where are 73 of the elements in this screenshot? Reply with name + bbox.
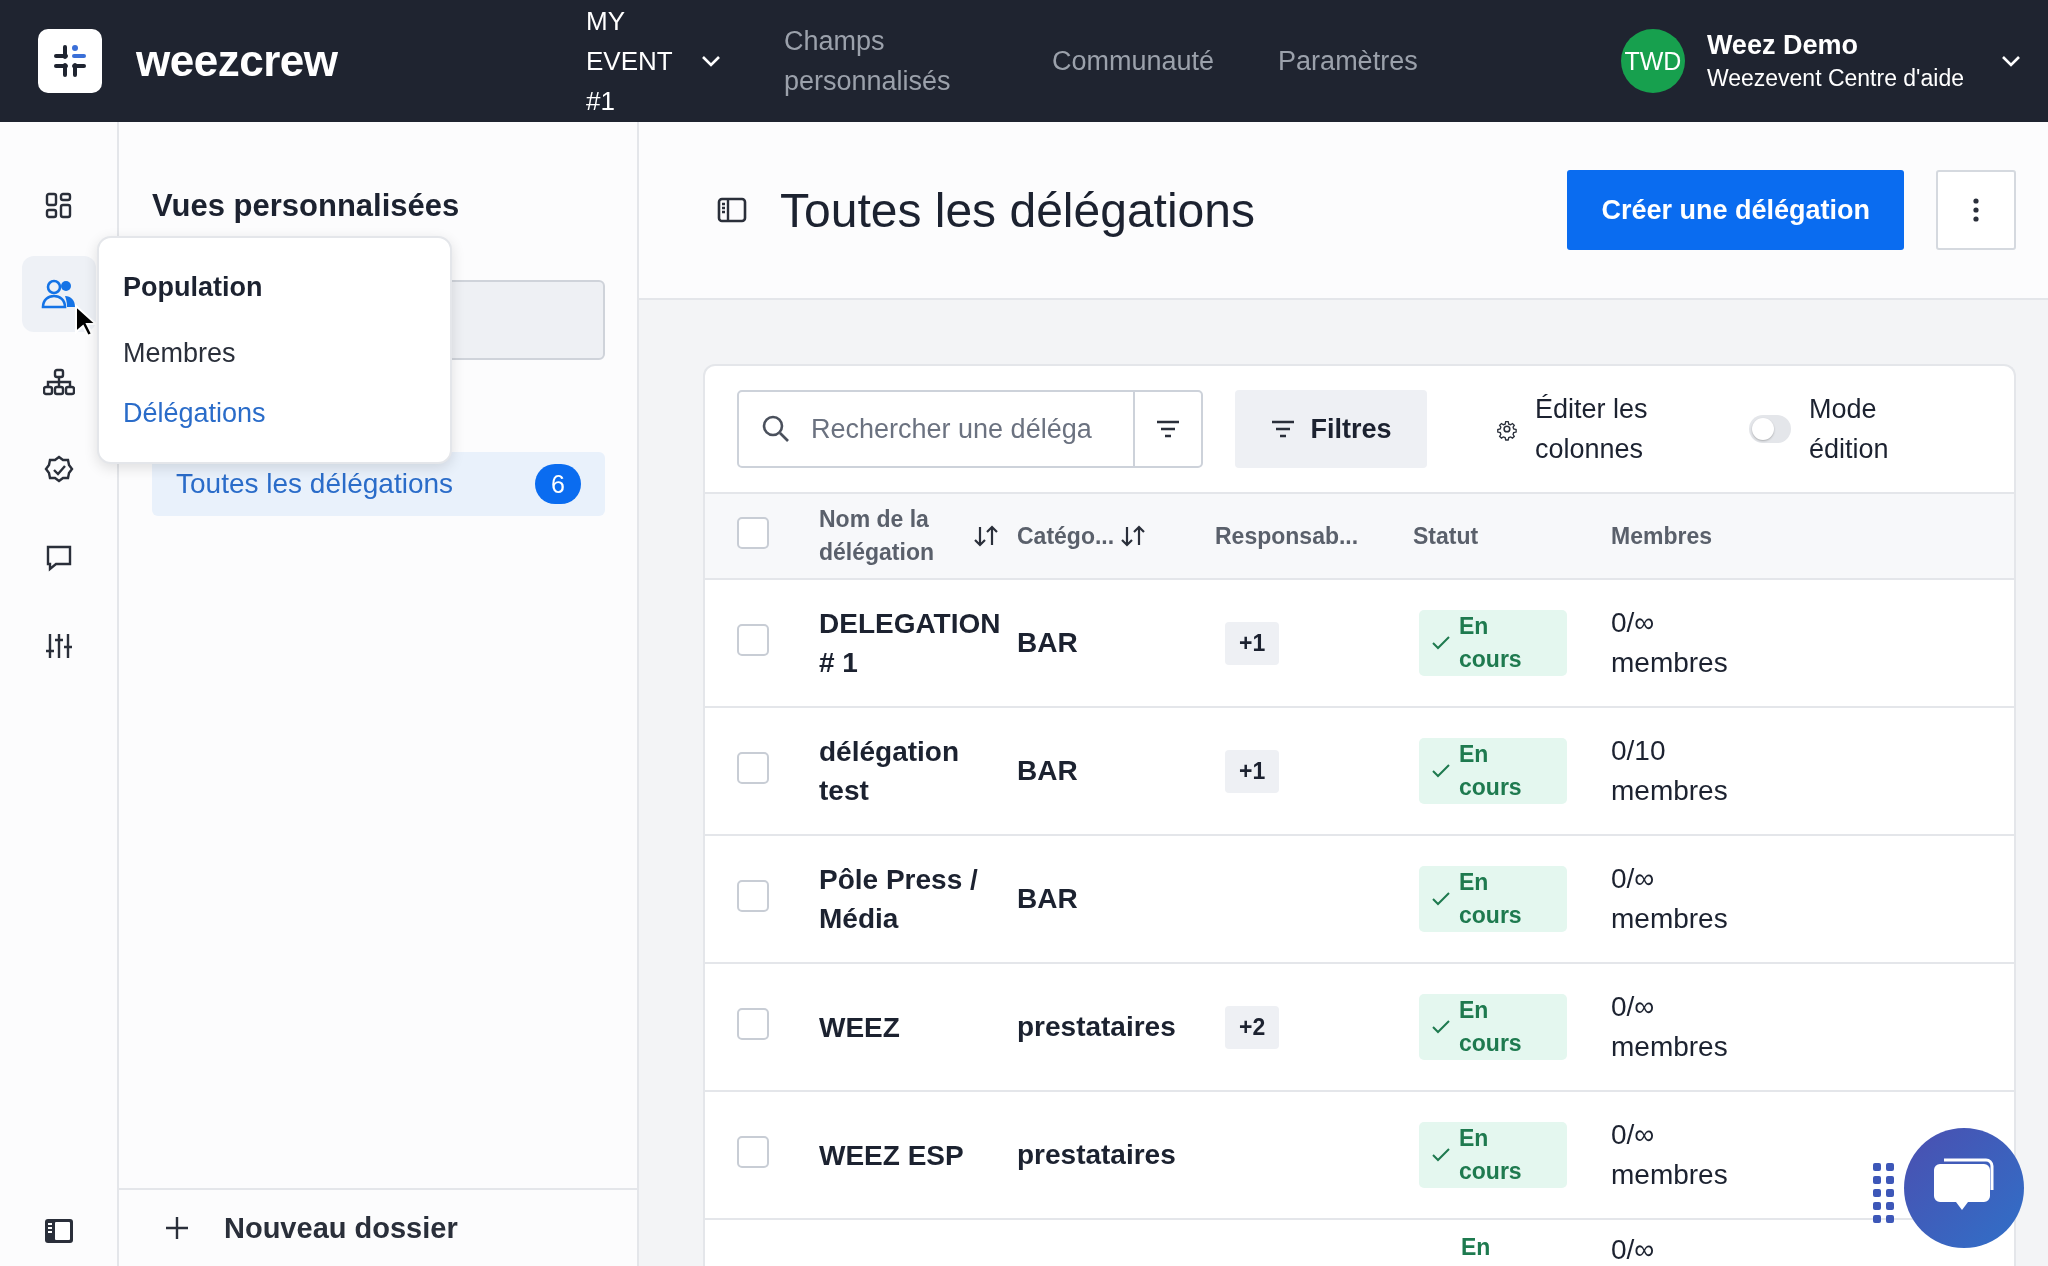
user-subtitle: Weezevent Centre d'aide	[1706, 65, 1964, 92]
sort-icon[interactable]	[1120, 524, 1147, 548]
check-icon	[1431, 1019, 1451, 1035]
search-input[interactable]: Rechercher une déléga	[809, 412, 1113, 446]
check-icon	[1431, 1147, 1451, 1163]
plus-icon	[164, 1215, 190, 1241]
members-cell-text: 0/∞ membres	[1611, 990, 1729, 1064]
responsible-badge[interactable]: +2	[1225, 1005, 1280, 1049]
count-badge: 6	[535, 464, 581, 504]
members-cell-text: 0/10 membres	[1611, 734, 1729, 808]
search-icon	[761, 414, 791, 444]
toggle-label: Mode édition	[1809, 393, 1890, 466]
chevron-down-icon	[700, 54, 722, 68]
category-cell: prestataires	[1017, 1139, 1176, 1170]
select-all-checkbox[interactable]	[737, 517, 769, 549]
new-folder-button[interactable]: Nouveau dossier	[119, 1188, 637, 1266]
event-selector[interactable]: MY EVENT #1	[586, 1, 722, 121]
menu-item[interactable]: Délégations	[123, 398, 450, 429]
row-checkbox[interactable]	[737, 879, 769, 912]
status-text: En	[1461, 1234, 1491, 1260]
status-badge: En cours	[1419, 738, 1567, 804]
delegation-name[interactable]: WEEZ ESP	[819, 1135, 999, 1175]
check-icon	[1431, 891, 1451, 907]
row-checkbox[interactable]	[737, 623, 769, 656]
status-badge: En cours	[1419, 1122, 1567, 1188]
edit-mode-toggle[interactable]	[1749, 415, 1791, 443]
delegation-name[interactable]: WEEZ	[819, 1007, 999, 1047]
status-badge: En cours	[1419, 866, 1567, 932]
column-header[interactable]: Catégo...	[1017, 522, 1115, 550]
page-title: Toutes les délégations	[780, 182, 1255, 238]
chevron-down-icon[interactable]	[2000, 54, 2022, 68]
status-badge: En cours	[1419, 610, 1567, 676]
responsible-badge[interactable]: +1	[1225, 621, 1280, 665]
category-cell: BAR	[1017, 883, 1078, 914]
category-cell: BAR	[1017, 755, 1078, 786]
check-icon	[1431, 763, 1451, 779]
status-badge: En cours	[1419, 994, 1567, 1060]
category-cell: BAR	[1017, 627, 1078, 658]
nav-link[interactable]: Communauté	[1052, 41, 1215, 81]
row-checkbox[interactable]	[737, 751, 769, 784]
row-checkbox[interactable]	[737, 1007, 769, 1040]
category-cell: prestataires	[1017, 1011, 1176, 1042]
menu-item[interactable]: Membres	[123, 338, 450, 369]
column-header[interactable]: Statut	[1413, 522, 1479, 550]
column-header[interactable]: Membres	[1611, 522, 1712, 550]
filters-button[interactable]: Filtres	[1235, 390, 1427, 468]
filter-icon	[1270, 419, 1297, 439]
column-header[interactable]: Nom de la délégation	[819, 503, 967, 569]
sort-icon[interactable]	[973, 524, 999, 548]
members-cell-text: 0/∞	[1611, 1233, 1656, 1266]
drag-handle-icon[interactable]	[1872, 1162, 1896, 1226]
members-cell-text: 0/∞ membres	[1611, 862, 1729, 936]
search-bar[interactable]: Rechercher une déléga	[737, 390, 1203, 468]
more-icon	[1972, 197, 1980, 223]
create-button[interactable]: Créer une délégation	[1567, 170, 1904, 250]
menu-heading: Population	[123, 272, 264, 303]
members-cell-text: 0/∞ membres	[1611, 1118, 1729, 1192]
responsible-badge[interactable]: +1	[1225, 749, 1280, 793]
nav-link[interactable]: Paramètres	[1278, 41, 1418, 81]
members-cell-text: 0/∞ membres	[1611, 606, 1729, 680]
nav-link[interactable]: Champs personnalisés	[784, 21, 984, 101]
delegation-name[interactable]: Pôle Press / Média	[819, 860, 999, 938]
brand-name: weezcrew	[136, 36, 339, 86]
check-icon	[1431, 635, 1451, 651]
sidebar-title: Vues personnalisées	[152, 188, 461, 224]
delegation-name[interactable]: délégation test	[819, 732, 999, 810]
column-header[interactable]: Responsab...	[1215, 522, 1359, 550]
logo-icon[interactable]	[38, 29, 102, 93]
row-checkbox[interactable]	[737, 1135, 769, 1168]
user-name: Weez Demo	[1706, 30, 1859, 61]
sidebar-toggle-icon[interactable]	[717, 197, 747, 223]
edit-columns-button[interactable]: Éditer les colonnes	[1497, 389, 1697, 469]
delegation-name[interactable]: DELEGATION # 1	[819, 604, 999, 682]
